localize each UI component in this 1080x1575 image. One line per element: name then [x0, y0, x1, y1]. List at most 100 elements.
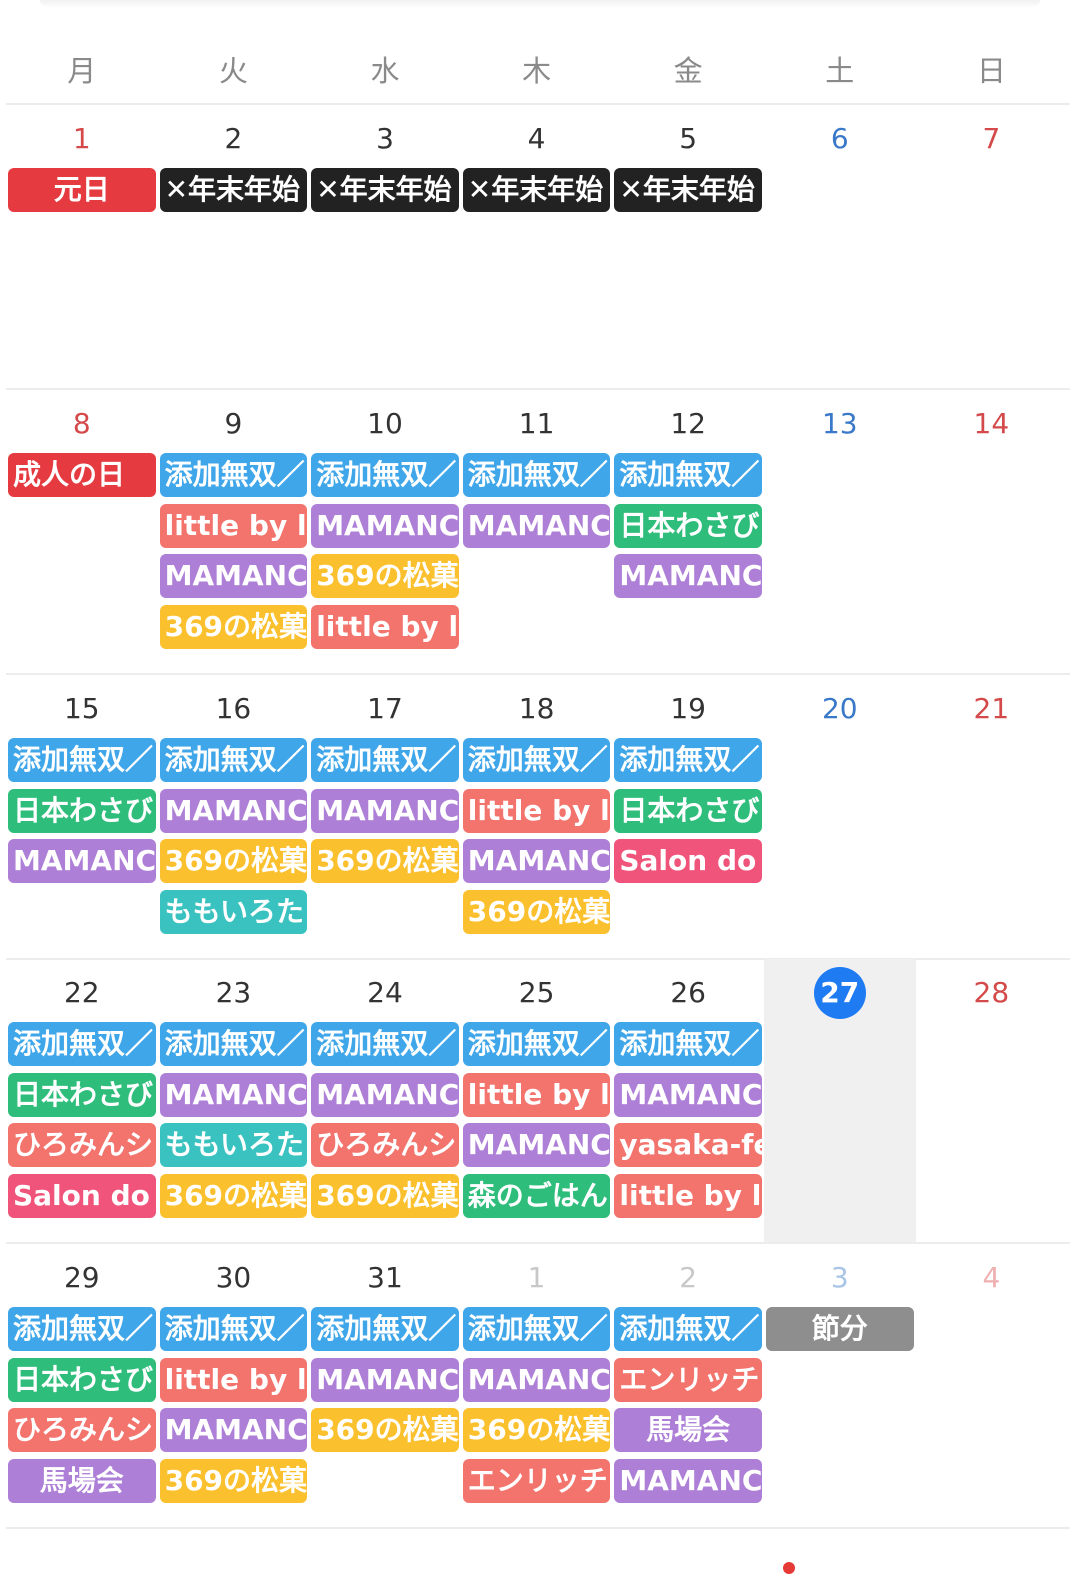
event-chip[interactable]: 馬場会: [614, 1408, 762, 1453]
event-chip[interactable]: MAMANCHU: [159, 1072, 308, 1117]
day-cell[interactable]: 20: [764, 675, 916, 958]
day-cell[interactable]: 13: [764, 390, 916, 673]
event-chip[interactable]: MAMANCHU: [159, 1408, 308, 1453]
day-cell[interactable]: 2 ✕年末年始: [158, 105, 310, 388]
event-chip[interactable]: 添加無双／: [311, 1307, 459, 1351]
event-chip[interactable]: ✕年末年始: [614, 168, 762, 212]
event-chip[interactable]: Salon do the: [8, 1173, 156, 1218]
event-chip[interactable]: 日本わさび: [8, 788, 156, 833]
event-chip[interactable]: 添加無双／: [159, 1022, 308, 1066]
event-chip[interactable]: 日本わさび: [614, 788, 762, 833]
event-chip[interactable]: ももいろたまご: [159, 889, 308, 934]
event-chip[interactable]: ✕年末年始: [311, 168, 459, 212]
event-chip[interactable]: 添加無双／: [8, 738, 156, 782]
event-chip[interactable]: 日本わさび: [614, 503, 762, 548]
day-cell[interactable]: 26 添加無双／ MAMANCHU yasaka-fe little by little: [612, 959, 764, 1242]
event-chip[interactable]: MAMANCHU: [311, 1072, 459, 1117]
event-chip[interactable]: MAMANCHU: [159, 788, 308, 833]
event-chip[interactable]: ひろみんショップ: [311, 1123, 459, 1168]
event-chip[interactable]: 369の松菓子: [311, 1408, 459, 1453]
event-chip[interactable]: 馬場会: [8, 1458, 156, 1503]
day-cell[interactable]: 1 添加無双／ MAMANCHU 369の松菓子エンリッチ: [461, 1244, 613, 1527]
event-chip[interactable]: MAMANCHU: [614, 1458, 762, 1503]
day-cell[interactable]: 14: [916, 390, 1068, 673]
event-chip[interactable]: 添加無双／: [159, 453, 308, 497]
event-chip[interactable]: 添加無双／: [462, 453, 611, 497]
event-chip[interactable]: 369の松菓子: [159, 1173, 308, 1218]
event-chip[interactable]: 369の松菓子: [159, 839, 308, 884]
event-chip[interactable]: MAMANCHU: [8, 839, 156, 884]
day-cell[interactable]: 4 ✕年末年始: [461, 105, 613, 388]
day-cell[interactable]: 1 元日: [6, 105, 158, 388]
event-chip[interactable]: ✕年末年始: [159, 168, 308, 212]
day-cell[interactable]: 11 添加無双／ MAMANCHU: [461, 390, 613, 673]
day-cell[interactable]: 10 添加無双／ MAMANCHU 369の松菓子 little by little: [309, 390, 461, 673]
event-chip[interactable]: Salon do the: [614, 839, 762, 884]
event-chip[interactable]: 添加無双／: [614, 1022, 762, 1066]
day-cell[interactable]: 28: [916, 959, 1068, 1242]
event-chip[interactable]: 369の松菓子: [462, 889, 611, 934]
event-chip[interactable]: 369の松菓子: [462, 1408, 611, 1453]
event-chip[interactable]: little by little: [462, 1072, 611, 1117]
day-cell[interactable]: 30 添加無双／ little by little MAMANCHU 369の松菓子: [158, 1244, 310, 1527]
event-chip[interactable]: 元日: [8, 168, 156, 212]
day-cell[interactable]: 12 添加無双／ 日本わさび MAMANCHU: [612, 390, 764, 673]
event-chip[interactable]: MAMANCHU: [159, 554, 308, 599]
event-chip[interactable]: 添加無双／: [159, 1307, 308, 1351]
event-chip[interactable]: 日本わさび: [8, 1357, 156, 1402]
event-chip[interactable]: 添加無双／: [311, 1022, 459, 1066]
day-cell[interactable]: 22 添加無双／ 日本わさびひろみんショップ Salon do the: [6, 959, 158, 1242]
event-chip[interactable]: 添加無双／: [8, 1022, 156, 1066]
day-cell[interactable]: 3 節分: [764, 1244, 916, 1527]
day-cell[interactable]: 17 添加無双／ MAMANCHU 369の松菓子: [309, 675, 461, 958]
day-cell[interactable]: 19 添加無双／ 日本わさび Salon do the: [612, 675, 764, 958]
event-chip[interactable]: ひろみんショップ: [8, 1123, 156, 1168]
event-chip[interactable]: MAMANCHU: [462, 1357, 611, 1402]
day-cell[interactable]: 29 添加無双／ 日本わさびひろみんショップ馬場会: [6, 1244, 158, 1527]
day-cell[interactable]: 6: [764, 105, 916, 388]
event-chip[interactable]: 森のごはん: [462, 1173, 611, 1218]
event-chip[interactable]: 369の松菓子: [159, 604, 308, 649]
event-chip[interactable]: 添加無双／: [311, 738, 459, 782]
day-cell[interactable]: 18 添加無双／ little by little MAMANCHU 369の松菓子: [461, 675, 613, 958]
event-chip[interactable]: 節分: [765, 1307, 914, 1351]
day-cell[interactable]: 3 ✕年末年始: [309, 105, 461, 388]
event-chip[interactable]: MAMANCHU: [462, 1123, 611, 1168]
event-chip[interactable]: 369の松菓子: [159, 1458, 308, 1503]
event-chip[interactable]: little by little: [159, 1357, 308, 1402]
event-chip[interactable]: 369の松菓子: [311, 554, 459, 599]
day-cell[interactable]: 31 添加無双／ MAMANCHU 369の松菓子: [309, 1244, 461, 1527]
day-cell[interactable]: 7: [916, 105, 1068, 388]
event-chip[interactable]: MAMANCHU: [311, 1357, 459, 1402]
event-chip[interactable]: 添加無双／: [159, 738, 308, 782]
event-chip[interactable]: 添加無双／: [462, 1307, 611, 1351]
event-chip[interactable]: MAMANCHU: [311, 503, 459, 548]
event-chip[interactable]: ひろみんショップ: [8, 1408, 156, 1453]
day-cell[interactable]: 25 添加無双／ little by little MAMANCHU 森のごはん: [461, 959, 613, 1242]
day-cell[interactable]: 2 添加無双／ エンリッチ馬場会 MAMANCHU: [612, 1244, 764, 1527]
event-chip[interactable]: 添加無双／: [8, 1307, 156, 1351]
day-cell[interactable]: 4: [916, 1244, 1068, 1527]
event-chip[interactable]: little by little: [614, 1173, 762, 1218]
event-chip[interactable]: MAMANCHU: [462, 503, 611, 548]
event-chip[interactable]: エンリッチ: [614, 1357, 762, 1402]
day-cell[interactable]: 8 成人の日: [6, 390, 158, 673]
event-chip[interactable]: 添加無双／: [462, 1022, 611, 1066]
event-chip[interactable]: エンリッチ: [462, 1458, 611, 1503]
day-cell[interactable]: 24 添加無双／ MAMANCHU ひろみんショップ 369の松菓子: [309, 959, 461, 1242]
event-chip[interactable]: 添加無双／: [614, 453, 762, 497]
event-chip[interactable]: 日本わさび: [8, 1072, 156, 1117]
event-chip[interactable]: 369の松菓子: [311, 839, 459, 884]
event-chip[interactable]: little by little: [159, 503, 308, 548]
event-chip[interactable]: ももいろたまご: [159, 1123, 308, 1168]
day-cell[interactable]: 16 添加無双／ MAMANCHU 369の松菓子ももいろたまご: [158, 675, 310, 958]
event-chip[interactable]: 添加無双／: [614, 738, 762, 782]
day-cell[interactable]: 23 添加無双／ MAMANCHU ももいろたまご 369の松菓子: [158, 959, 310, 1242]
event-chip[interactable]: 添加無双／: [614, 1307, 762, 1351]
event-chip[interactable]: MAMANCHU: [311, 788, 459, 833]
day-cell[interactable]: 5 ✕年末年始: [612, 105, 764, 388]
event-chip[interactable]: yasaka-fe: [614, 1123, 762, 1168]
event-chip[interactable]: MAMANCHU: [614, 1072, 762, 1117]
event-chip[interactable]: 添加無双／: [311, 453, 459, 497]
event-chip[interactable]: little by little: [311, 604, 459, 649]
